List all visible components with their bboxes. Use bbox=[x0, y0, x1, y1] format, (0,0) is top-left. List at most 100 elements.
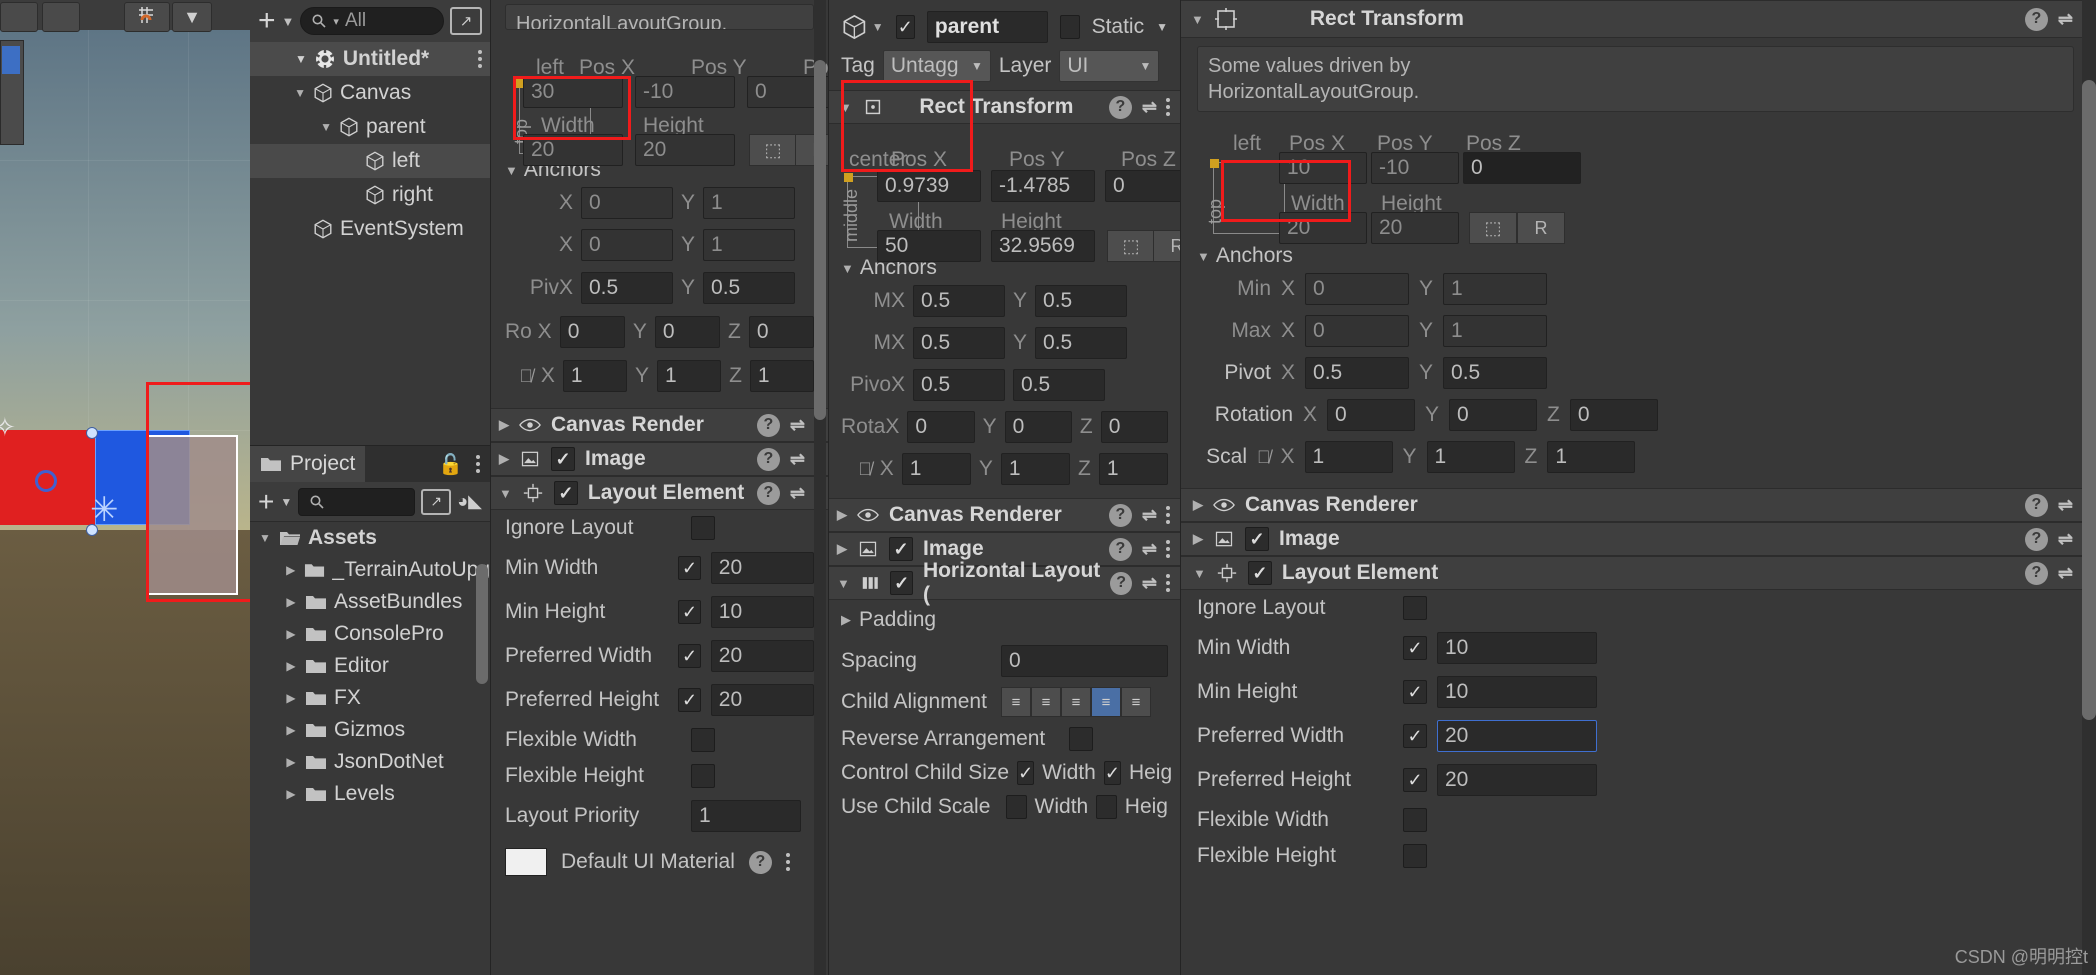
layout-element-enabled-checkbox[interactable]: ✓ bbox=[678, 600, 701, 624]
layout-priority-field[interactable]: 1 bbox=[691, 800, 801, 832]
rot-x-field[interactable]: 0 bbox=[907, 411, 975, 443]
project-folder-item[interactable]: ▶ JsonDotNet bbox=[250, 746, 490, 778]
help-icon[interactable]: ? bbox=[756, 481, 780, 505]
control-height-checkbox[interactable]: ✓ bbox=[1103, 761, 1121, 785]
pivot-y-field[interactable]: 0.5 bbox=[1013, 369, 1105, 401]
layout-element-enabled-checkbox[interactable]: ✓ bbox=[1403, 844, 1427, 868]
chevron-down-icon[interactable]: ▼ bbox=[1156, 20, 1168, 34]
chevron-right-icon[interactable]: ▶ bbox=[284, 787, 298, 801]
component-header-layout-element[interactable]: ▼ ✓ Layout Element? ⇌ bbox=[491, 476, 828, 510]
width-field[interactable]: 50 bbox=[877, 230, 981, 262]
height-field[interactable]: 20 bbox=[1371, 212, 1459, 244]
layout-element-enabled-checkbox[interactable]: ✓ bbox=[1403, 636, 1427, 660]
preset-icon[interactable]: ⇌ bbox=[1142, 573, 1157, 594]
rot-y-field[interactable]: 0 bbox=[1449, 399, 1538, 431]
scale-width-checkbox[interactable]: ✓ bbox=[1005, 795, 1027, 819]
pos-x-field[interactable]: 10 bbox=[1279, 152, 1367, 184]
pivot-y-field[interactable]: 0.5 bbox=[703, 272, 796, 304]
layout-element-enabled-checkbox[interactable]: ✓ bbox=[1403, 724, 1427, 748]
kebab-icon[interactable] bbox=[478, 50, 482, 68]
static-checkbox[interactable]: ✓ bbox=[1060, 15, 1080, 39]
blueprint-mode-icon[interactable]: ⬚ bbox=[749, 134, 797, 166]
grid-snap-icon[interactable] bbox=[124, 2, 170, 32]
gameobject-name-field[interactable]: parent bbox=[926, 11, 1049, 43]
chevron-down-icon[interactable]: ▼ bbox=[250, 86, 306, 100]
kebab-icon[interactable] bbox=[1166, 574, 1170, 592]
preset-icon[interactable]: ⇌ bbox=[790, 415, 805, 436]
chevron-down-icon[interactable]: ▼ bbox=[1197, 249, 1210, 264]
inspector-panel-far-right[interactable]: ▼ Rect Transform ? ⇌ Some values driven … bbox=[1180, 0, 2096, 975]
pos-x-field[interactable]: 0.9739 bbox=[877, 170, 981, 202]
hierarchy-item-left[interactable]: left bbox=[250, 144, 490, 178]
component-enabled-checkbox[interactable]: ✓ bbox=[551, 447, 575, 471]
spacing-field[interactable]: 0 bbox=[1001, 645, 1168, 677]
layout-element-enabled-checkbox[interactable]: ✓ bbox=[678, 556, 701, 580]
project-folder-item[interactable]: ▶ Levels bbox=[250, 778, 490, 810]
help-icon[interactable]: ? bbox=[2024, 7, 2048, 31]
raw-edit-mode-button[interactable]: R bbox=[1517, 212, 1565, 244]
anchor-y-field[interactable]: 0.5 bbox=[1035, 285, 1128, 317]
chevron-down-icon[interactable]: ▼ bbox=[250, 120, 332, 134]
hierarchy-item-eventsystem[interactable]: EventSystem bbox=[250, 212, 490, 246]
scale-y-field[interactable]: 1 bbox=[1000, 453, 1071, 485]
rot-y-field[interactable]: 0 bbox=[654, 316, 721, 348]
component-header-image[interactable]: ▶ ✓ Image? ⇌ bbox=[491, 442, 828, 476]
chevron-down-icon[interactable]: ▼ bbox=[280, 495, 292, 509]
link-off-icon[interactable]: ⛓̸ bbox=[841, 459, 872, 480]
inspector-far-scrollbar-thumb[interactable] bbox=[2082, 80, 2096, 720]
help-icon[interactable]: ? bbox=[2024, 561, 2048, 585]
inspector-left-scrollbar-track[interactable] bbox=[814, 0, 826, 975]
rot-x-field[interactable]: 0 bbox=[559, 316, 625, 348]
layout-element-value-field[interactable]: 10 bbox=[1437, 632, 1597, 664]
kebab-icon[interactable] bbox=[1166, 506, 1170, 524]
child-alignment-button-3[interactable]: ≡ bbox=[1091, 687, 1121, 717]
kebab-icon[interactable] bbox=[1166, 540, 1170, 558]
scene-tool-highlight[interactable] bbox=[2, 46, 20, 74]
layout-element-value-field[interactable]: 20 bbox=[710, 640, 814, 672]
preset-icon[interactable]: ⇌ bbox=[2058, 9, 2073, 30]
project-folder-item[interactable]: ▶ Gizmos bbox=[250, 714, 490, 746]
scale-z-field[interactable]: 1 bbox=[1547, 441, 1636, 473]
preset-icon[interactable]: ⇌ bbox=[790, 483, 805, 504]
anchor-max-y-field[interactable]: 1 bbox=[1443, 315, 1548, 347]
rect-transform-header-parent[interactable]: ▼ Rect Transform ? ⇌ bbox=[829, 90, 1180, 124]
chevron-down-icon[interactable]: ▼ bbox=[837, 576, 850, 591]
tag-dropdown[interactable]: Untagg ▼ bbox=[882, 50, 991, 82]
raw-edit-mode-button[interactable]: R bbox=[1153, 230, 1180, 262]
scene-anchor-handle-top[interactable] bbox=[86, 427, 98, 439]
chevron-right-icon[interactable]: ▶ bbox=[284, 563, 297, 577]
open-in-new-window-icon[interactable]: ↗ bbox=[450, 7, 482, 35]
kebab-icon[interactable] bbox=[476, 455, 480, 473]
help-icon[interactable]: ? bbox=[2024, 493, 2048, 517]
control-width-checkbox[interactable]: ✓ bbox=[1017, 761, 1035, 785]
chevron-right-icon[interactable]: ▶ bbox=[837, 507, 847, 523]
scene-tool-button-2[interactable] bbox=[42, 2, 80, 32]
chevron-right-icon[interactable]: ▶ bbox=[284, 659, 298, 673]
layout-element-enabled-checkbox[interactable]: ✓ bbox=[1403, 768, 1427, 792]
component-header-canvas-renderer[interactable]: ▶ Canvas Renderer? ⇌ bbox=[829, 498, 1180, 532]
kebab-icon[interactable] bbox=[785, 853, 790, 871]
anchor-x-field[interactable]: 0 bbox=[581, 229, 673, 261]
layout-element-enabled-checkbox[interactable]: ✓ bbox=[678, 644, 701, 668]
preset-icon[interactable]: ⇌ bbox=[2058, 529, 2073, 550]
pos-y-field[interactable]: -10 bbox=[1371, 152, 1459, 184]
chevron-down-icon[interactable]: ▼ bbox=[499, 486, 512, 501]
scene-tool-dropdown[interactable]: ▼ bbox=[172, 2, 212, 32]
chevron-right-icon[interactable]: ▶ bbox=[284, 627, 298, 641]
preset-icon[interactable]: ⇌ bbox=[2058, 495, 2073, 516]
scene-tool-button-1[interactable] bbox=[0, 2, 38, 32]
scene-parent-rect[interactable] bbox=[146, 435, 238, 595]
reverse-arrangement-checkbox[interactable]: ✓ bbox=[1069, 727, 1093, 751]
blueprint-mode-icon[interactable]: ⬚ bbox=[1469, 212, 1517, 244]
inspector-left-scrollbar-thumb[interactable] bbox=[814, 60, 826, 420]
child-alignment-button-0[interactable]: ≡ bbox=[1001, 687, 1031, 717]
help-icon[interactable]: ? bbox=[756, 447, 780, 471]
help-icon[interactable]: ? bbox=[1108, 537, 1132, 561]
layout-element-enabled-checkbox[interactable]: ✓ bbox=[691, 764, 715, 788]
pivot-x-field[interactable]: 0.5 bbox=[581, 272, 673, 304]
help-icon[interactable]: ? bbox=[1108, 95, 1132, 119]
width-field[interactable]: 20 bbox=[523, 134, 623, 166]
height-field[interactable]: 32.9569 bbox=[991, 230, 1095, 262]
layout-element-enabled-checkbox[interactable]: ✓ bbox=[691, 728, 715, 752]
preset-icon[interactable]: ⇌ bbox=[1142, 97, 1157, 118]
